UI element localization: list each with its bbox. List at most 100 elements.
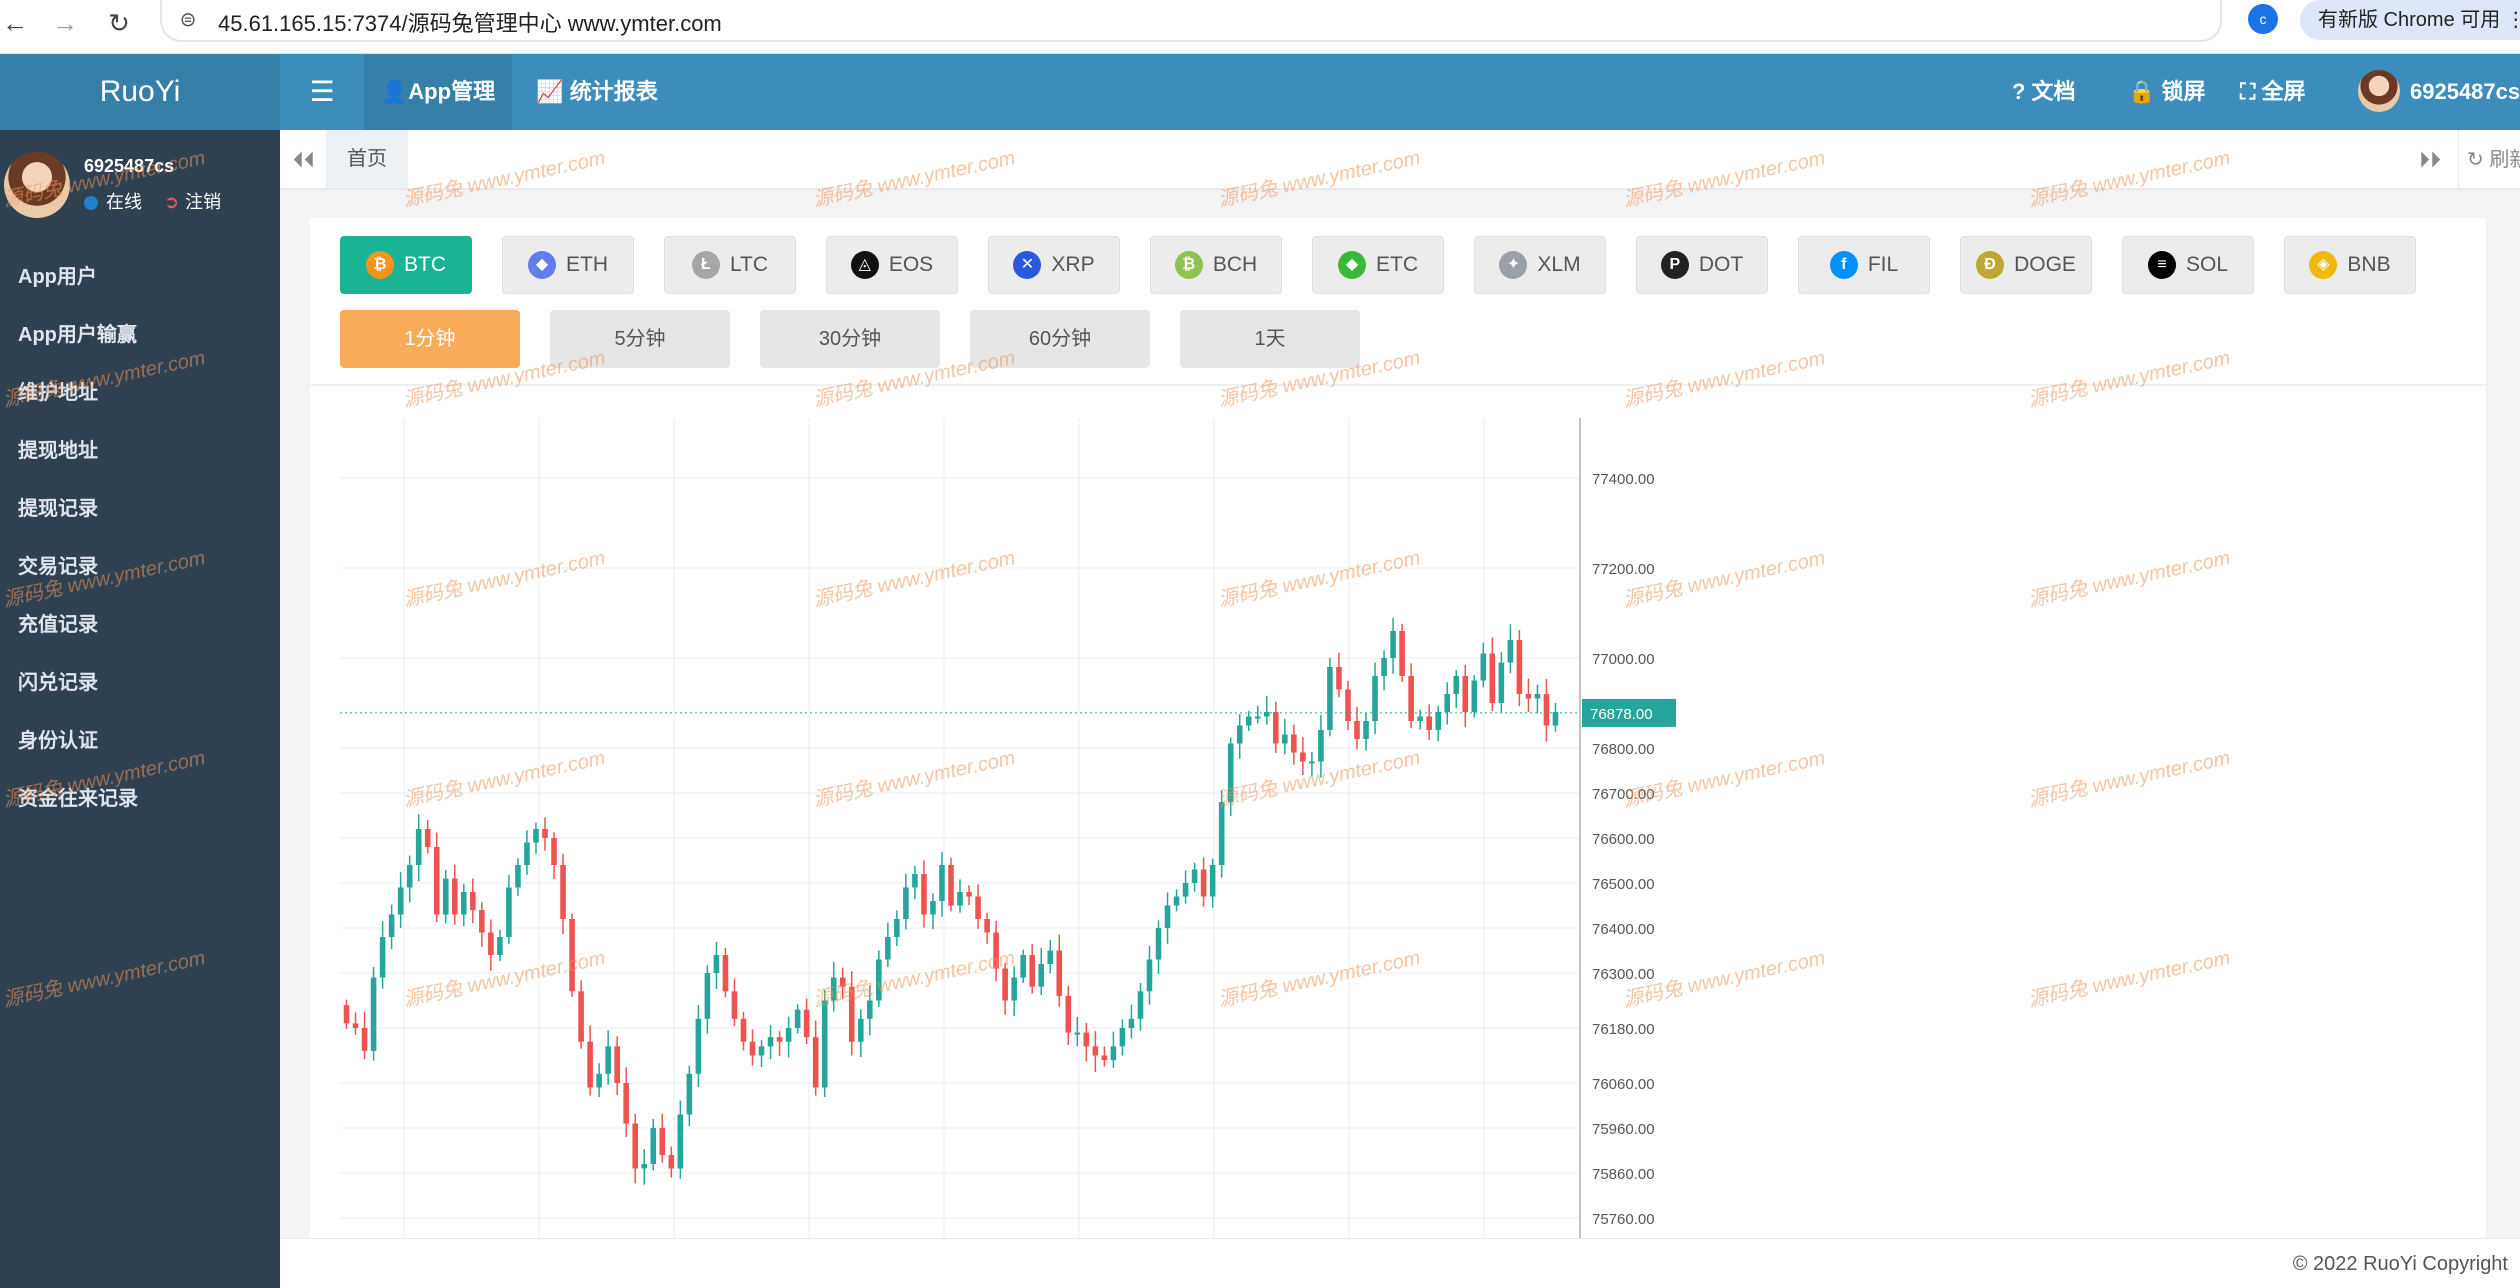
tabs-next-icon[interactable]: ⏵⏵	[2410, 130, 2450, 190]
fullscreen-link[interactable]: ⛶ 全屏	[2240, 54, 2306, 130]
sidebar-item-recharge-records[interactable]: 充值记录	[0, 596, 280, 654]
back-arrow-icon[interactable]: ←	[0, 8, 30, 38]
sidebar-item-fund-flow[interactable]: 资金往来记录	[0, 770, 280, 828]
coin-label: BTC	[404, 253, 446, 276]
polkadot-icon: P	[1660, 251, 1689, 280]
reload-icon[interactable]: ↻	[104, 8, 134, 38]
online-label: 在线	[106, 192, 142, 212]
coin-button-fil[interactable]: f FIL	[1798, 236, 1930, 294]
tabs-prev-icon[interactable]: ⏴⏴	[284, 130, 324, 190]
profile-avatar-icon[interactable]: c	[2248, 4, 2278, 34]
candle-body	[1155, 928, 1162, 960]
nav-statistics-report[interactable]: 📈 统计报表	[522, 54, 672, 130]
candle-body	[1471, 680, 1478, 712]
ethereum-icon: ◆	[528, 251, 556, 280]
bitcoin-icon: ₿	[366, 251, 394, 280]
y-tick-label: 77400.00	[1592, 471, 1655, 488]
timeframe-5m-button[interactable]: 5分钟	[550, 310, 730, 368]
candle-body	[424, 829, 431, 847]
coin-button-bch[interactable]: ₿ BCH	[1150, 236, 1282, 294]
coin-button-eos[interactable]: ◬ EOS	[826, 236, 958, 294]
chrome-update-button[interactable]: 有新版 Chrome 可用 ⋮	[2300, 0, 2520, 40]
address-bar[interactable]: ⊜ 45.61.165.15:7374/源码兔管理中心 www.ymter.co…	[160, 0, 2222, 42]
timeframe-1m-button[interactable]: 1分钟	[340, 310, 520, 368]
candle-body	[623, 1083, 629, 1124]
coin-label: ETC	[1376, 253, 1418, 276]
candle-body	[533, 829, 539, 843]
site-info-icon[interactable]: ⊜	[176, 8, 200, 32]
candle-body	[1336, 667, 1342, 690]
y-tick-label: 75860.00	[1592, 1166, 1655, 1183]
coin-button-etc[interactable]: ◆ ETC	[1312, 236, 1444, 294]
candle-body	[731, 991, 738, 1019]
coin-label: XRP	[1051, 253, 1095, 276]
sidebar-item-app-users[interactable]: App用户	[0, 248, 280, 306]
timeframe-30m-button[interactable]: 30分钟	[760, 310, 940, 368]
copyright-text: © 2022 RuoYi Copyright	[2292, 1253, 2508, 1275]
coin-button-xlm[interactable]: ✦ XLM	[1474, 236, 1606, 294]
user-avatar[interactable]	[2358, 70, 2400, 112]
candle-body	[1128, 1018, 1135, 1028]
sidebar-item-trade-records[interactable]: 交易记录	[0, 538, 280, 596]
candle-body	[948, 865, 954, 906]
coin-button-dot[interactable]: P DOT	[1636, 236, 1768, 294]
coin-button-eth[interactable]: ◆ ETH	[502, 236, 634, 294]
logout-link[interactable]: 注销	[185, 192, 221, 212]
coin-button-bnb[interactable]: ◈ BNB	[2284, 236, 2416, 294]
sidebar-item-swap-records[interactable]: 闪兑记录	[0, 654, 280, 712]
header-username[interactable]: 6925487cs	[2410, 54, 2520, 130]
candle-body	[1110, 1046, 1117, 1061]
candle-body	[1507, 640, 1514, 663]
candle-body	[1345, 689, 1351, 721]
filecoin-icon: f	[1829, 251, 1858, 280]
candle-body	[1480, 653, 1487, 681]
docs-link[interactable]: ? 文档	[2012, 54, 2076, 130]
candle-body	[1173, 896, 1180, 906]
footer: © 2022 RuoYi Copyright	[280, 1238, 2520, 1288]
candle-body	[1417, 716, 1423, 721]
candle-body	[1552, 712, 1559, 726]
candle-body	[1399, 631, 1405, 676]
kline-chart-svg[interactable]: 77400.00 77200.00 77000.00 76800.00 76700.00…	[310, 408, 2486, 1238]
candle-body	[506, 887, 512, 937]
coin-button-doge[interactable]: Ð DOGE	[1960, 236, 2092, 294]
sidebar-item-app-user-pnl[interactable]: App用户输赢	[0, 306, 280, 364]
address-text[interactable]: 45.61.165.15:7374/源码兔管理中心 www.ymter.com	[218, 6, 722, 38]
candle-body	[1101, 1055, 1108, 1061]
nav-app-management[interactable]: 👤App管理	[364, 54, 512, 130]
menu-toggle-icon[interactable]: ☰	[280, 54, 364, 130]
tab-home[interactable]: 首页	[326, 130, 408, 188]
kline-chart[interactable]: 77400.00 77200.00 77000.00 76800.00 76700.00…	[310, 408, 2486, 1238]
main-content: ₿ BTC ◆ ETH Ł LTC ◬ EOS ✕ XRP ₿ BCH ◆ ETC ✦ XLM …	[280, 190, 2520, 1238]
candle-body	[650, 1128, 657, 1164]
timeframe-60m-button[interactable]: 60分钟	[970, 310, 1150, 368]
logout-icon[interactable]: ➲	[164, 192, 179, 212]
lock-screen-link[interactable]: 🔒 锁屏	[2128, 54, 2206, 130]
coin-label: ETH	[566, 253, 608, 276]
sidebar-item-withdraw-address[interactable]: 提现地址	[0, 422, 280, 480]
forward-arrow-icon[interactable]: →	[50, 8, 80, 38]
y-tick-label: 75960.00	[1592, 1121, 1655, 1138]
candle-body	[713, 955, 720, 973]
coin-button-sol[interactable]: ≡ SOL	[2122, 236, 2254, 294]
sidebar-item-identity-verification[interactable]: 身份认证	[0, 712, 280, 770]
candle-body	[722, 955, 729, 992]
candle-body	[1191, 869, 1198, 883]
sidebar-item-maintain-address[interactable]: 维护地址	[0, 364, 280, 422]
candle-body	[686, 1073, 693, 1115]
candle-body	[1164, 905, 1171, 928]
coin-button-xrp[interactable]: ✕ XRP	[988, 236, 1120, 294]
brand-logo[interactable]: RuoYi	[0, 54, 280, 130]
coin-label: BCH	[1212, 253, 1258, 276]
coin-button-ltc[interactable]: Ł LTC	[664, 236, 796, 294]
candle-body	[406, 865, 413, 888]
refresh-button[interactable]: ↻ 刷新	[2458, 130, 2520, 190]
candle-body	[470, 892, 476, 910]
page-tabs: ⏴⏴ 首页 ⏵⏵ ↻ 刷新	[280, 130, 2520, 190]
candle-body	[1245, 716, 1252, 726]
sidebar-item-withdraw-records[interactable]: 提现记录	[0, 480, 280, 538]
timeframe-1d-button[interactable]: 1天	[1180, 310, 1360, 368]
coin-label: XLM	[1537, 253, 1581, 276]
coin-button-btc[interactable]: ₿ BTC	[340, 236, 472, 294]
y-tick-label: 76700.00	[1592, 786, 1655, 803]
